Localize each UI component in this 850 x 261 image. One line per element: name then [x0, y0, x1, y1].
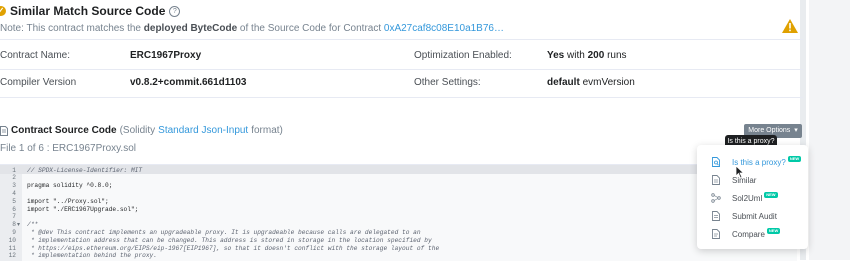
- line-number: 12: [8, 252, 16, 260]
- code-file-icon: [0, 125, 8, 136]
- new-badge: NEW: [787, 156, 802, 162]
- other-settings-value: default evmVersion: [547, 77, 635, 88]
- menu-item-label: Compare: [732, 229, 765, 239]
- mouse-pointer-icon: [735, 165, 745, 179]
- contract-name-value: ERC1967Proxy: [130, 50, 202, 61]
- optimization-label: Optimization Enabled:: [414, 50, 512, 61]
- warning-icon: [782, 19, 798, 33]
- source-paren-close: format): [251, 125, 283, 136]
- divider: [0, 69, 803, 70]
- optimization-runs-count: 200: [587, 50, 605, 61]
- optimization-runs: runs: [607, 50, 627, 61]
- menu-item-compare[interactable]: Compare NEW: [697, 225, 808, 243]
- optimization-yes: Yes: [547, 50, 565, 61]
- source-paren-open: (Solidity: [119, 125, 156, 136]
- file-info: File 1 of 6 : ERC1967Proxy.sol: [0, 143, 136, 154]
- menu-item-similar[interactable]: Similar: [697, 171, 808, 189]
- format-link[interactable]: Standard Json-Input: [158, 125, 248, 136]
- menu-item-sol2uml[interactable]: Sol2Uml NEW: [697, 189, 808, 207]
- source-title: Contract Source Code: [11, 125, 117, 136]
- more-options-menu: Is this a proxy? NEW Similar Sol2Uml NEW…: [697, 145, 808, 249]
- divider: [0, 39, 803, 40]
- note-prefix: Note: This contract matches the: [0, 23, 141, 34]
- document-icon: [711, 175, 721, 185]
- check-circle-icon: ✓: [0, 6, 6, 16]
- audit-document-icon: [711, 211, 721, 221]
- chevron-down-icon: ▾: [792, 127, 798, 134]
- more-options-label: More Options: [748, 127, 791, 134]
- optimization-with: with: [567, 50, 585, 61]
- divider: [0, 97, 803, 98]
- compiler-label: Compiler Version: [0, 77, 77, 88]
- help-icon[interactable]: ?: [169, 5, 181, 17]
- section-title: ✓ Similar Match Source Code ?: [0, 4, 181, 18]
- other-settings-evm: evmVersion: [582, 77, 635, 88]
- code-text: * implementation behind the proxy.: [27, 252, 157, 260]
- page-scrollbar-track[interactable]: [809, 0, 850, 260]
- code-editor[interactable]: 1// SPDX-License-Identifier: MIT 2 3 pragma…: [0, 164, 797, 261]
- match-note: Note: This contract matches the deployed…: [0, 23, 504, 34]
- contract-name-label: Contract Name:: [0, 50, 71, 61]
- menu-item-label: Sol2Uml: [732, 193, 763, 203]
- diagram-icon: [711, 193, 721, 203]
- optimization-value: Yes with 200 runs: [547, 50, 627, 61]
- menu-item-label: Submit Audit: [732, 211, 777, 221]
- compiler-value: v0.8.2+commit.661d1103: [130, 77, 247, 88]
- new-badge: NEW: [766, 228, 781, 234]
- note-mid: of the Source Code for Contract: [239, 23, 382, 34]
- new-badge: NEW: [764, 192, 778, 198]
- menu-item-is-this-a-proxy[interactable]: Is this a proxy? NEW: [697, 153, 808, 171]
- source-code-heading: Contract Source Code (Solidity Standard …: [0, 125, 283, 136]
- compare-document-icon: [711, 229, 721, 239]
- other-settings-default: default: [547, 77, 580, 88]
- file-search-icon: [711, 157, 721, 167]
- code-line: 12 * implementation behind the proxy.: [0, 251, 797, 260]
- menu-item-submit-audit[interactable]: Submit Audit: [697, 207, 808, 225]
- section-title-text: Similar Match Source Code: [10, 4, 166, 18]
- note-bold: deployed ByteCode: [143, 23, 238, 34]
- other-settings-label: Other Settings:: [414, 77, 481, 88]
- contract-address-link[interactable]: 0xA27caf8c08E10a1B76…: [384, 23, 504, 34]
